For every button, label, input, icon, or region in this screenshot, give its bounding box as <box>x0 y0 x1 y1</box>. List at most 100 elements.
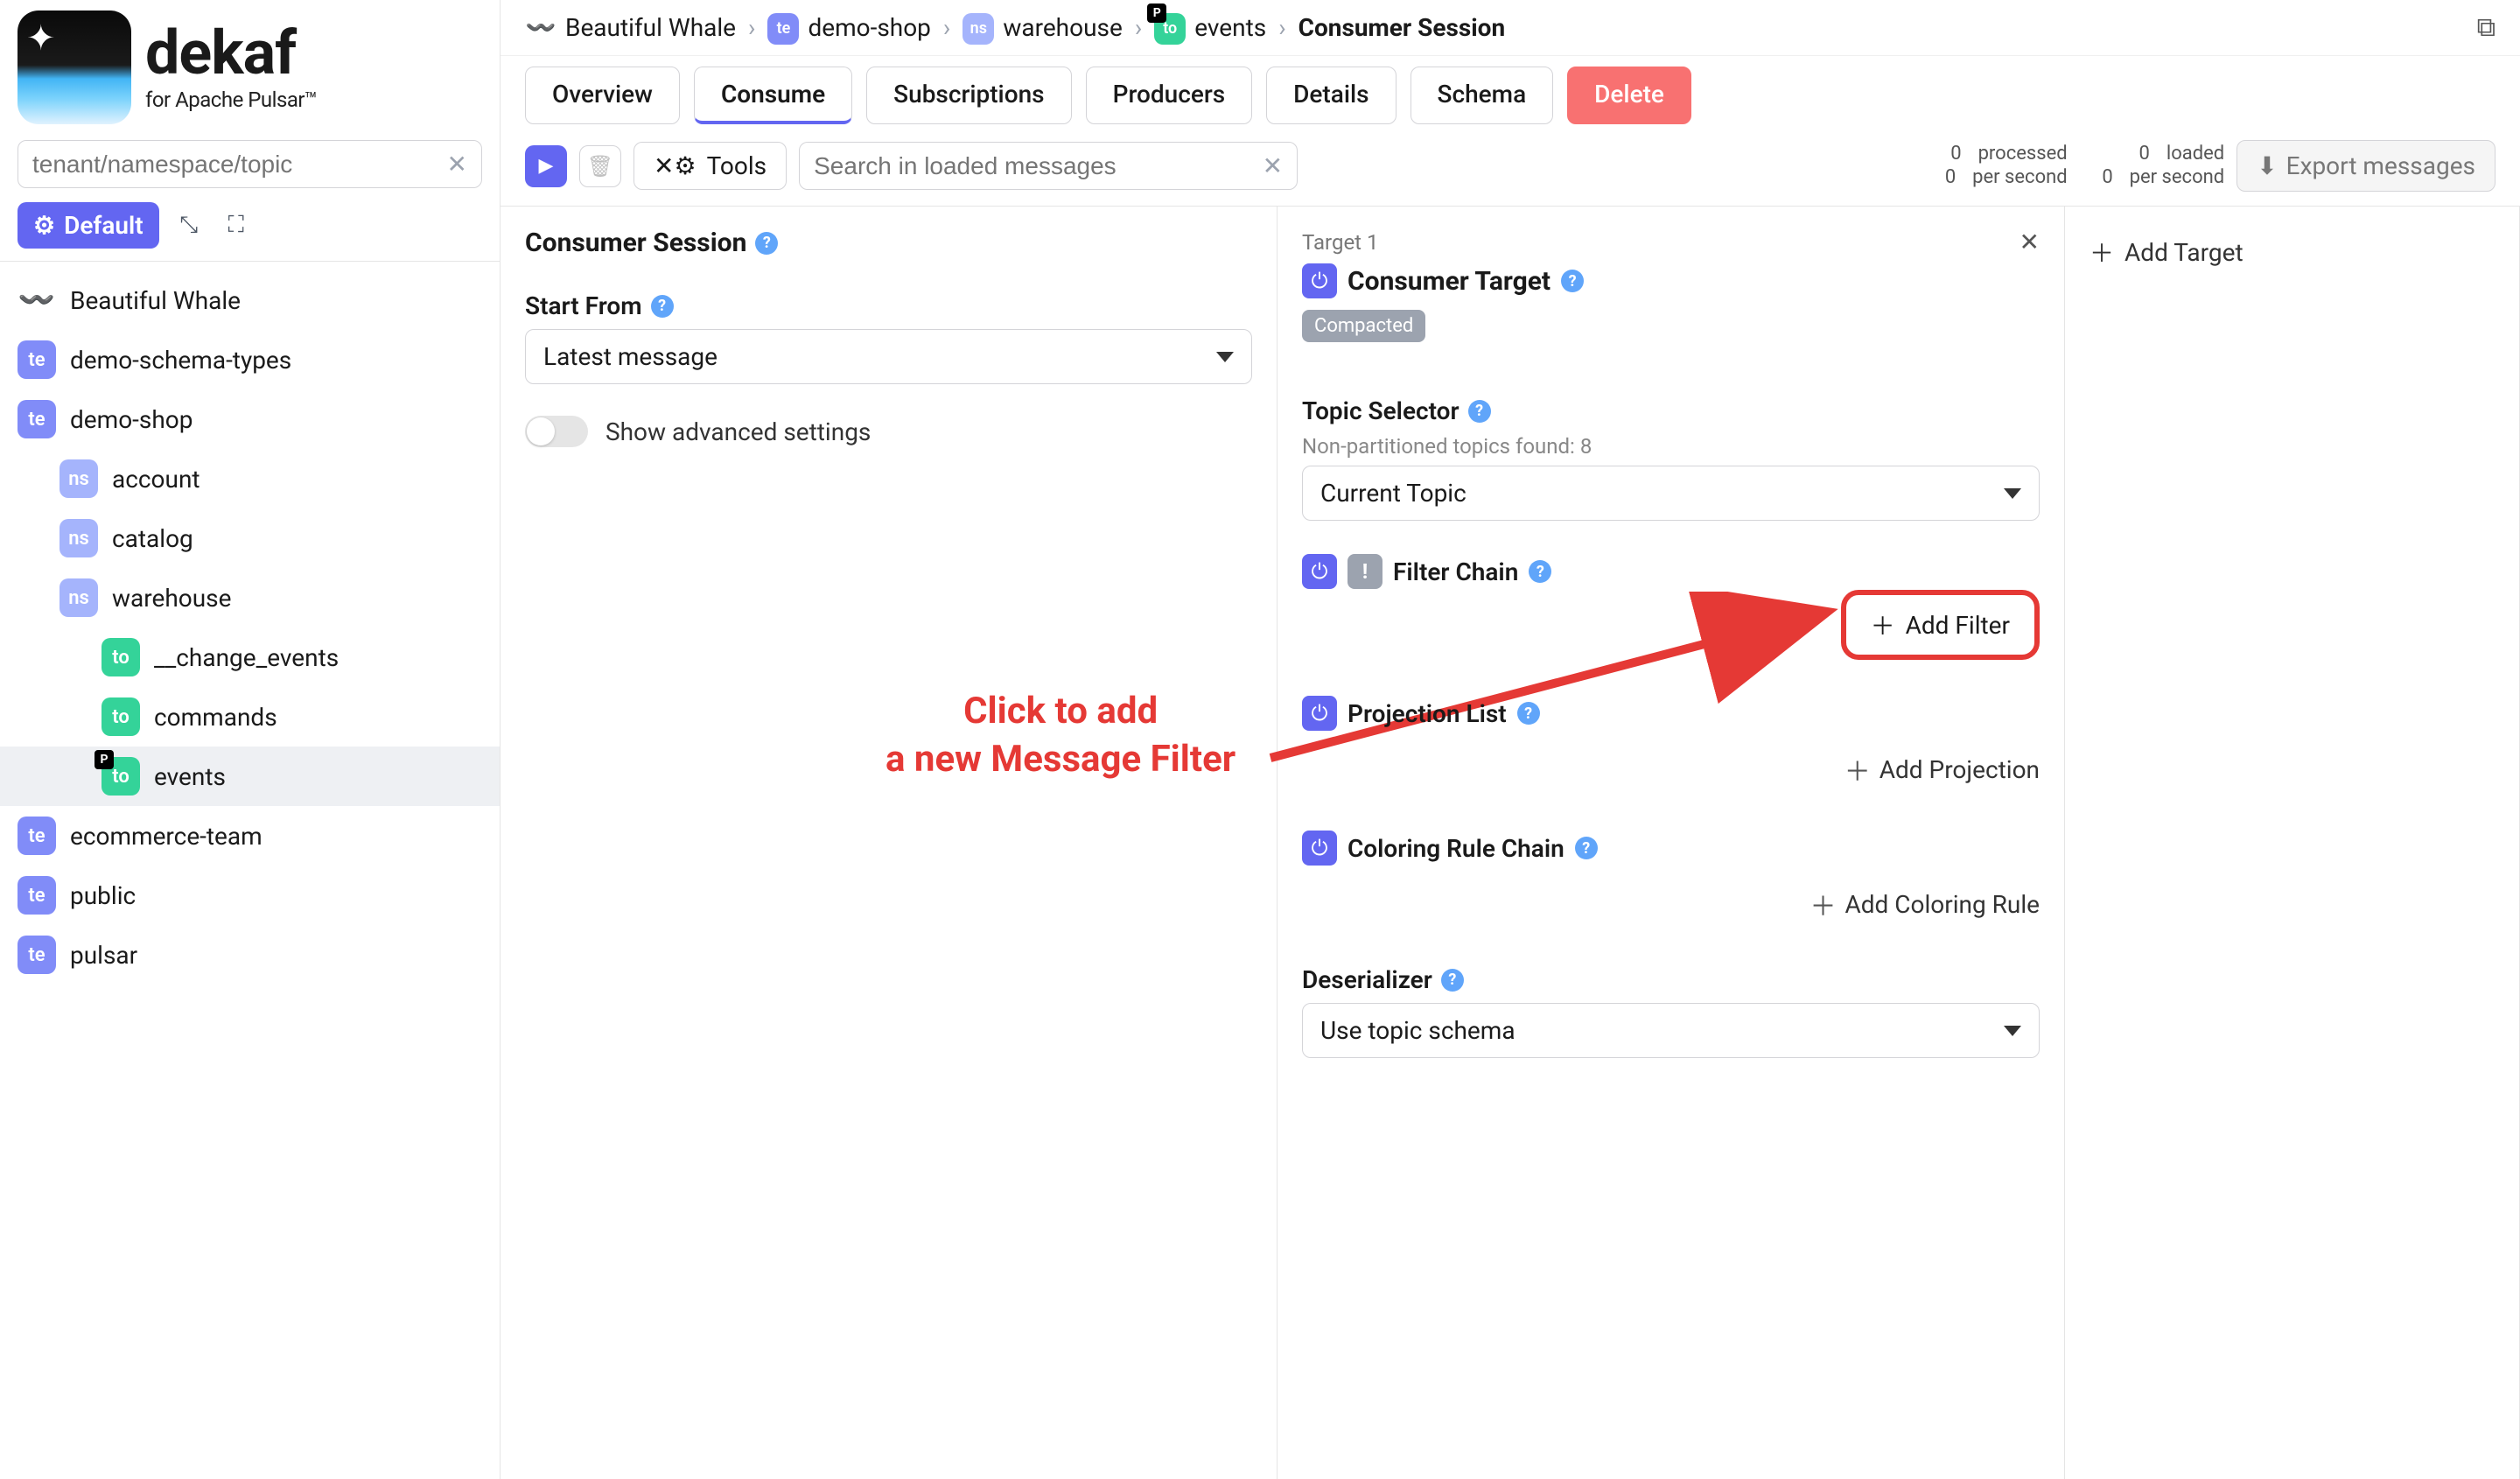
profile-button[interactable]: ⚙ Default <box>18 202 159 249</box>
coloring-label: Coloring Rule Chain <box>1348 834 1564 863</box>
tree-item-pulsar[interactable]: tepulsar <box>0 925 500 985</box>
topic-value: Current Topic <box>1320 479 1466 508</box>
processed-ps-count: 0 <box>1935 166 1956 189</box>
tree-item-account[interactable]: nsaccount <box>0 449 500 508</box>
tree-item-label: demo-shop <box>70 405 192 434</box>
warning-icon: ! <box>1348 554 1382 589</box>
target-header-label: Target 1 <box>1302 230 1378 255</box>
ns-badge: ns <box>60 519 98 557</box>
tree-item-label: public <box>70 881 136 910</box>
deserializer-label: Deserializer <box>1302 965 1432 994</box>
tree-item-ecommerce-team[interactable]: teecommerce-team <box>0 806 500 866</box>
processed-count: 0 <box>1941 143 1962 165</box>
tab-consume[interactable]: Consume <box>694 67 852 124</box>
loaded-count: 0 <box>2129 143 2150 165</box>
copy-icon[interactable]: ⧉ <box>2477 12 2496 43</box>
add-filter-label: Add Filter <box>1906 611 2010 640</box>
topics-found: Non-partitioned topics found: 8 <box>1302 434 2040 459</box>
tree-item-label: catalog <box>112 524 193 553</box>
tree-item-demo-shop[interactable]: te demo-shop <box>0 389 500 449</box>
add-target-button[interactable]: ＋ Add Target <box>2090 228 2495 277</box>
tools-label: Tools <box>707 151 767 180</box>
add-filter-button[interactable]: ＋ Add Filter <box>1841 590 2040 660</box>
tree-item-beautiful-whale[interactable]: 〰️Beautiful Whale <box>0 270 500 330</box>
breadcrumb-consumer-session: Consumer Session <box>1298 13 1506 42</box>
tree-item-public[interactable]: tepublic <box>0 866 500 925</box>
help-icon[interactable]: ? <box>1517 702 1540 725</box>
gear-icon: ⚙ <box>33 211 55 240</box>
help-icon[interactable]: ? <box>1561 270 1584 292</box>
expand-icon[interactable]: ⛶ <box>219 208 254 243</box>
te-badge: te <box>767 13 799 45</box>
message-search[interactable]: ✕ <box>799 142 1298 190</box>
help-icon[interactable]: ? <box>755 232 778 255</box>
chevron-down-icon <box>1216 352 1234 362</box>
breadcrumb-events[interactable]: Ptoevents <box>1154 11 1266 45</box>
toolbar: ▶ 🗑 ✕⚙ Tools ✕ 0 processed 0 per second … <box>500 135 2520 207</box>
tab-schema[interactable]: Schema <box>1410 67 1554 124</box>
power-button[interactable]: ⏻ <box>1302 554 1337 589</box>
clear-icon[interactable]: ✕ <box>447 150 467 179</box>
breadcrumb-beautiful-whale[interactable]: 〰️ Beautiful Whale <box>525 12 736 44</box>
tree-item-commands[interactable]: to commands <box>0 687 500 747</box>
start-from-select[interactable]: Latest message <box>525 329 1252 384</box>
tree-item-events[interactable]: Ptoevents <box>0 747 500 806</box>
start-from-label: Start From <box>525 291 642 320</box>
collapse-icon[interactable]: ⤡ <box>172 208 206 243</box>
message-search-input[interactable] <box>814 152 1263 180</box>
add-projection-button[interactable]: ＋ Add Projection <box>1302 741 2040 797</box>
tab-subscriptions[interactable]: Subscriptions <box>866 67 1071 124</box>
breadcrumb-label: Beautiful Whale <box>565 13 736 42</box>
help-icon[interactable]: ? <box>1468 400 1491 423</box>
te-badge: te <box>18 936 56 974</box>
tab-details[interactable]: Details <box>1266 67 1396 124</box>
chevron-right-icon: › <box>1278 13 1285 42</box>
p-badge: P <box>94 750 114 769</box>
ns-badge: ns <box>60 578 98 617</box>
target-panel: Target 1 ✕ ⏻ Consumer Target ? Compacted… <box>1278 207 2065 1479</box>
add-coloring-button[interactable]: ＋ Add Coloring Rule <box>1302 876 2040 932</box>
chevron-right-icon: › <box>943 13 950 42</box>
help-icon[interactable]: ? <box>651 295 674 318</box>
tab-delete[interactable]: Delete <box>1567 67 1691 124</box>
tree-item-catalog[interactable]: ns catalog <box>0 508 500 568</box>
advanced-toggle[interactable] <box>525 416 588 447</box>
te-badge: te <box>18 400 56 438</box>
tree-item-warehouse[interactable]: nswarehouse <box>0 568 500 627</box>
topic-select[interactable]: Current Topic <box>1302 466 2040 521</box>
export-button[interactable]: ⬇ Export messages <box>2236 140 2496 192</box>
power-button[interactable]: ⏻ <box>1302 263 1337 298</box>
help-icon[interactable]: ? <box>1529 560 1551 583</box>
filter-chain-label: Filter Chain <box>1393 557 1518 586</box>
tree-item--change-events[interactable]: to__change_events <box>0 627 500 687</box>
tree-item-label: commands <box>154 703 277 732</box>
help-icon[interactable]: ? <box>1441 969 1464 992</box>
play-button[interactable]: ▶ <box>525 145 567 187</box>
clear-icon[interactable]: ✕ <box>1263 151 1283 180</box>
projection-label: Projection List <box>1348 699 1507 728</box>
close-icon[interactable]: ✕ <box>2020 228 2040 256</box>
deserializer-select[interactable]: Use topic schema <box>1302 1003 2040 1058</box>
tab-producers[interactable]: Producers <box>1086 67 1253 124</box>
breadcrumb-demo-shop[interactable]: tedemo-shop <box>767 11 930 45</box>
tab-overview[interactable]: Overview <box>525 67 680 124</box>
annotation-arrow <box>1262 592 1278 784</box>
tree-item-label: ecommerce-team <box>70 822 262 851</box>
power-button[interactable]: ⏻ <box>1302 831 1337 866</box>
tree-item-demo-schema-types[interactable]: tedemo-schema-types <box>0 330 500 389</box>
help-icon[interactable]: ? <box>1575 837 1598 859</box>
power-button[interactable]: ⏻ <box>1302 696 1337 731</box>
tree-item-label: __change_events <box>154 643 339 672</box>
chevron-down-icon <box>2004 488 2021 499</box>
sidebar-search[interactable]: ✕ <box>18 140 482 188</box>
whale-icon: 〰️ <box>525 12 556 44</box>
deserializer-value: Use topic schema <box>1320 1016 1516 1045</box>
trash-button[interactable]: 🗑 <box>579 145 621 187</box>
sidebar-search-input[interactable] <box>32 151 447 179</box>
add-coloring-label: Add Coloring Rule <box>1844 890 2040 919</box>
breadcrumb-warehouse[interactable]: nswarehouse <box>962 11 1122 45</box>
download-icon: ⬇ <box>2257 151 2277 180</box>
tree-item-label: events <box>154 762 226 791</box>
tools-button[interactable]: ✕⚙ Tools <box>634 142 787 190</box>
to-badge: to <box>102 697 140 736</box>
